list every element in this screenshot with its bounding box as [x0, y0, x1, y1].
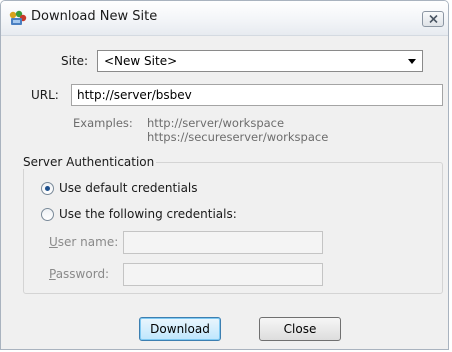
site-select-value: <New Site>: [104, 54, 178, 68]
username-label-rest: ser name:: [57, 235, 119, 249]
chevron-down-icon[interactable]: [408, 59, 416, 64]
url-input-value: http://server/bsbev: [77, 88, 192, 102]
default-credentials-radio[interactable]: [41, 182, 54, 195]
password-label: Password:: [49, 267, 109, 281]
download-button[interactable]: Download: [139, 317, 221, 341]
url-label: URL:: [31, 88, 59, 102]
username-label: User name:: [49, 235, 118, 249]
close-button[interactable]: Close: [259, 317, 341, 341]
app-logo-icon: [9, 10, 27, 25]
close-label-rest: lose: [292, 322, 317, 336]
example-line-2: https://secureserver/workspace: [147, 130, 329, 144]
example-line-1: http://server/workspace: [147, 116, 285, 130]
password-label-accelerator: P: [49, 267, 56, 281]
password-input[interactable]: [123, 263, 323, 286]
server-authentication-title: Server Authentication: [21, 155, 157, 169]
username-label-accelerator: U: [49, 235, 58, 249]
url-input[interactable]: http://server/bsbev: [71, 84, 443, 106]
title-bar: Download New Site: [1, 1, 448, 36]
following-credentials-label[interactable]: Use the following credentials:: [59, 207, 237, 221]
close-icon: [429, 15, 438, 23]
following-credentials-radio[interactable]: [41, 208, 54, 221]
dialog-body: Site: <New Site> URL: http://server/bsbe…: [1, 36, 448, 349]
site-select[interactable]: <New Site>: [97, 50, 423, 72]
default-credentials-label[interactable]: Use default credentials: [59, 181, 198, 195]
site-label: Site:: [61, 54, 89, 68]
examples-label: Examples:: [73, 116, 133, 130]
username-input[interactable]: [123, 231, 323, 254]
close-accelerator: C: [283, 322, 293, 336]
download-label-rest: ownload: [159, 322, 210, 336]
password-label-rest: assword:: [55, 267, 110, 281]
download-new-site-dialog: Download New Site Site: <New Site> URL: …: [0, 0, 449, 350]
window-title: Download New Site: [31, 9, 158, 24]
close-window-button[interactable]: [422, 11, 444, 27]
